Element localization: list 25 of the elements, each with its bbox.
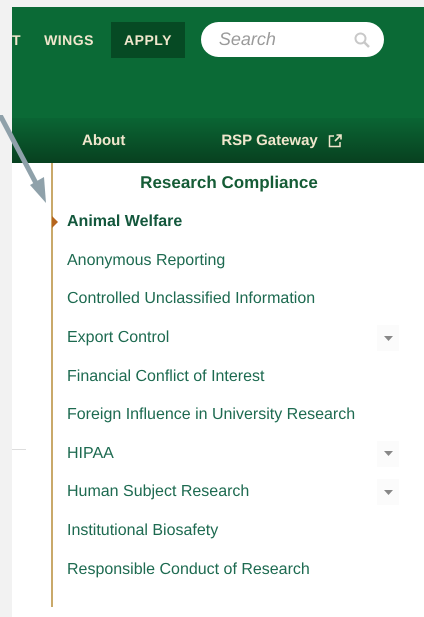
caret-icon [384,451,392,456]
external-link-icon [328,134,342,148]
caret-icon [384,490,392,495]
sidebar-link[interactable]: Foreign Influence in University Research [67,406,356,424]
sidebar-link[interactable]: Animal Welfare [67,213,182,232]
expand-button[interactable] [377,479,399,506]
caret-icon [384,336,392,341]
sidebar-link[interactable]: Human Subject Research [67,483,250,502]
nav-link[interactable]: About [82,132,126,149]
expand-button[interactable] [377,440,399,467]
sidebar-link[interactable]: Institutional Biosafety [67,522,218,540]
sidebar-link[interactable]: Anonymous Reporting [67,252,226,270]
expand-button[interactable] [377,325,399,352]
search-field[interactable]: Search [200,22,384,57]
nav-link[interactable]: APPLY [111,22,185,58]
sidebar-link[interactable]: Financial Conflict of Interest [67,368,264,386]
sidebar-link[interactable]: HIPAA [67,444,114,463]
nav-link[interactable]: RSP Gateway [221,132,342,149]
search-icon [354,32,370,48]
sidebar-link[interactable]: Controlled Unclassified Information [67,290,316,308]
sidebar-title: Research Compliance [139,173,319,193]
nav-link[interactable]: T [12,22,28,58]
sidebar-link[interactable]: Responsible Conduct of Research [67,560,310,579]
sidebar-link[interactable]: Export Control [67,329,170,348]
nav-link[interactable]: WINGS [31,22,108,58]
